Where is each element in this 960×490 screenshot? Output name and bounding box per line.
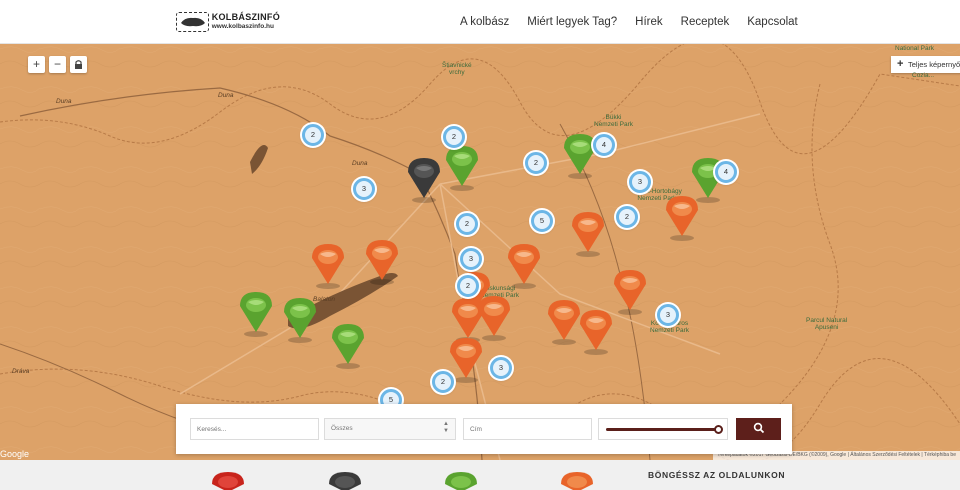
cluster-badge[interactable]: 3 bbox=[490, 357, 512, 379]
cluster-badge[interactable]: 2 bbox=[616, 206, 638, 228]
search-button[interactable] bbox=[736, 418, 781, 440]
cluster-badge[interactable]: 3 bbox=[353, 178, 375, 200]
sausage-marker-orange[interactable] bbox=[308, 240, 348, 290]
cluster-badge[interactable]: 2 bbox=[457, 275, 479, 297]
nav-a-kolbasz[interactable]: A kolbász bbox=[460, 16, 509, 28]
map-canvas[interactable]: + − + Teljes képernyő SlovenskýNational … bbox=[0, 44, 960, 460]
fullscreen-button[interactable]: + Teljes képernyő bbox=[891, 56, 960, 73]
cluster-badge[interactable]: 4 bbox=[715, 161, 737, 183]
cluster-badge[interactable]: 3 bbox=[460, 248, 482, 270]
cluster-badge[interactable]: 4 bbox=[593, 134, 615, 156]
nav-receptek[interactable]: Receptek bbox=[681, 16, 730, 28]
keyword-search-input[interactable] bbox=[190, 418, 319, 440]
fullscreen-label: Teljes képernyő bbox=[908, 60, 960, 69]
sausage-marker-orange[interactable] bbox=[504, 240, 544, 290]
place-label: SlovenskýNational Park bbox=[895, 44, 935, 53]
river-label: Duna bbox=[56, 98, 72, 105]
cluster-badge[interactable]: 2 bbox=[443, 126, 465, 148]
cluster-badge[interactable]: 2 bbox=[432, 371, 454, 393]
nav-miert-legyek-tag[interactable]: Miért legyek Tag? bbox=[527, 16, 617, 28]
sausage-marker-green[interactable] bbox=[236, 288, 276, 338]
main-nav: A kolbász Miért legyek Tag? Hírek Recept… bbox=[460, 0, 816, 44]
river-label: Duna bbox=[352, 160, 368, 167]
sausage-marker-green[interactable] bbox=[560, 130, 600, 180]
cluster-badge[interactable]: 5 bbox=[531, 210, 553, 232]
category-select[interactable]: Összes ▲ ▼ bbox=[324, 418, 456, 440]
sausage-marker-orange[interactable] bbox=[362, 236, 402, 286]
logo-title: KOLBÁSZINFÓ bbox=[211, 12, 280, 23]
search-panel: Összes ▲▼ bbox=[176, 404, 792, 454]
zoom-out-button[interactable]: − bbox=[49, 56, 66, 73]
site-logo[interactable]: KOLBÁSZINFÓ www.kolbaszinfo.hu bbox=[176, 9, 280, 35]
address-input[interactable] bbox=[463, 418, 592, 440]
sausage-marker-green[interactable] bbox=[328, 320, 368, 370]
category-select-value: Összes bbox=[331, 425, 353, 432]
sausage-category-icon-green[interactable] bbox=[441, 468, 481, 490]
sausage-marker-dark[interactable] bbox=[404, 154, 444, 204]
sausage-category-icon-red[interactable] bbox=[208, 468, 248, 490]
bottom-category-strip: BÖNGÉSSZ AZ OLDALUNKON bbox=[0, 460, 960, 490]
radius-slider-track bbox=[606, 428, 718, 431]
logo-url: www.kolbaszinfo.hu bbox=[211, 23, 274, 31]
search-icon bbox=[753, 422, 764, 433]
sausage-marker-orange[interactable] bbox=[576, 306, 616, 356]
place-label: Parcul Natural Apuseni bbox=[806, 317, 848, 332]
sausage-marker-orange[interactable] bbox=[610, 266, 650, 316]
sausage-marker-green[interactable] bbox=[442, 142, 482, 192]
river-label: Duna bbox=[218, 92, 234, 99]
sausage-marker-orange[interactable] bbox=[662, 192, 702, 242]
zoom-in-button[interactable]: + bbox=[28, 56, 45, 73]
sausage-category-icon-dark[interactable] bbox=[325, 468, 365, 490]
sausage-logo-icon bbox=[176, 12, 209, 32]
radius-slider[interactable] bbox=[598, 418, 728, 440]
river-label: Dráva bbox=[12, 368, 30, 375]
place-label: Bükki Nemzeti Park bbox=[594, 114, 634, 129]
select-arrows-icon: ▲ ▼ bbox=[443, 421, 449, 434]
sausage-category-icon-orange[interactable] bbox=[557, 468, 597, 490]
cluster-badge[interactable]: 3 bbox=[629, 171, 651, 193]
lock-button[interactable] bbox=[70, 56, 87, 73]
nav-hirek[interactable]: Hírek bbox=[635, 16, 662, 28]
radius-slider-handle[interactable] bbox=[714, 425, 723, 434]
google-logo: Google bbox=[0, 449, 30, 459]
lock-icon bbox=[75, 60, 82, 69]
sausage-marker-green[interactable] bbox=[280, 294, 320, 344]
cluster-badge[interactable]: 3 bbox=[657, 304, 679, 326]
site-header: KOLBÁSZINFÓ www.kolbaszinfo.hu A kolbász… bbox=[0, 0, 960, 44]
cluster-badge[interactable]: 2 bbox=[302, 124, 324, 146]
browse-section-title: BÖNGÉSSZ AZ OLDALUNKON bbox=[648, 470, 786, 480]
place-label: Štiavnické vrchy bbox=[442, 62, 472, 77]
cluster-badge[interactable]: 2 bbox=[456, 213, 478, 235]
plus-icon: + bbox=[897, 58, 904, 70]
nav-kapcsolat[interactable]: Kapcsolat bbox=[747, 16, 798, 28]
cluster-badge[interactable]: 2 bbox=[525, 152, 547, 174]
place-label: Cozia... bbox=[912, 72, 935, 79]
sausage-marker-orange[interactable] bbox=[568, 208, 608, 258]
